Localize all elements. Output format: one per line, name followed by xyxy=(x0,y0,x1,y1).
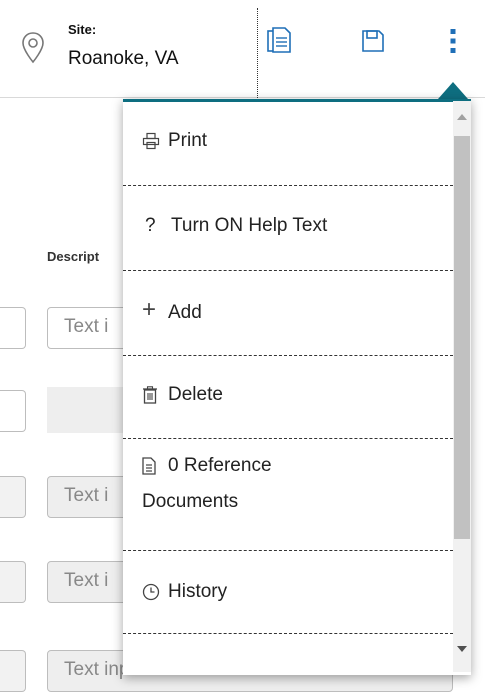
menu-item-label: Turn ON Help Text xyxy=(171,215,328,236)
header-bar: Site: Roanoke, VA xyxy=(0,0,485,98)
menu-item-history[interactable]: History xyxy=(123,551,453,634)
scrollbar-thumb[interactable] xyxy=(454,136,470,539)
clock-icon xyxy=(142,583,168,601)
trash-icon xyxy=(142,386,168,404)
location-pin-icon xyxy=(20,30,46,66)
menu-item-print[interactable]: Print xyxy=(123,102,453,186)
more-options-menu: Print ? Turn ON Help Text + Add Delete 0… xyxy=(123,99,471,675)
scroll-up-arrow-icon[interactable] xyxy=(453,109,471,125)
plus-icon: + xyxy=(142,296,157,323)
more-vertical-icon xyxy=(448,26,458,61)
scroll-down-arrow-icon[interactable] xyxy=(453,641,471,657)
header-divider xyxy=(257,8,258,98)
menu-scrollbar[interactable] xyxy=(453,101,471,672)
menu-item-label: Add xyxy=(168,302,202,323)
documents-button[interactable] xyxy=(264,26,294,60)
document-icon xyxy=(142,457,168,475)
row-field-left[interactable] xyxy=(0,390,26,432)
menu-item-delete[interactable]: Delete xyxy=(123,356,453,439)
row-field-left[interactable] xyxy=(0,650,26,692)
save-button[interactable] xyxy=(358,26,388,60)
description-column-label: Descript xyxy=(47,249,100,264)
menu-pointer xyxy=(438,82,468,99)
menu-item-label: 0 Reference xyxy=(168,455,272,476)
more-options-button[interactable] xyxy=(438,26,468,60)
row-field-left[interactable] xyxy=(0,307,26,349)
menu-item-add[interactable]: + Add xyxy=(123,271,453,356)
documents-icon xyxy=(266,26,292,61)
row-field-left[interactable] xyxy=(0,476,26,518)
row-field-left[interactable] xyxy=(0,561,26,603)
menu-item-label: Print xyxy=(168,129,208,151)
menu-item-label: Delete xyxy=(168,384,223,405)
save-icon xyxy=(360,28,386,59)
site-label: Site: xyxy=(68,22,97,37)
menu-item-label: History xyxy=(168,581,228,602)
menu-item-reference-documents[interactable]: 0 Reference Documents xyxy=(123,439,453,551)
menu-list: Print ? Turn ON Help Text + Add Delete 0… xyxy=(123,102,453,634)
menu-item-help-text[interactable]: ? Turn ON Help Text xyxy=(123,186,453,271)
help-icon: ? xyxy=(145,215,156,236)
site-value: Roanoke, VA xyxy=(68,48,179,69)
menu-item-label-continued: Documents xyxy=(142,491,239,512)
print-icon xyxy=(142,132,168,150)
